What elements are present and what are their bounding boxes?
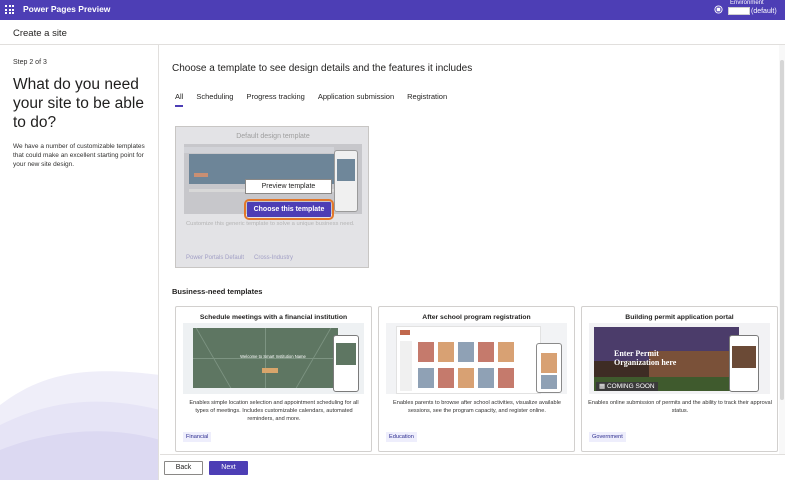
environment-name-redacted[interactable] [728, 7, 750, 15]
default-template-description: Customize this generic template to solve… [186, 221, 355, 227]
main-title: Choose a template to see design details … [172, 63, 473, 74]
template-tag: Power Portals Default [186, 255, 245, 261]
template-card-education[interactable]: After school program registration Enable… [378, 306, 575, 452]
template-card-tag: Financial [183, 432, 212, 442]
template-card-government[interactable]: Building permit application portal Enter… [581, 306, 778, 452]
template-preview-image [386, 323, 567, 394]
tab-registration[interactable]: Registration [407, 92, 447, 107]
template-card-financial[interactable]: Schedule meetings with a financial insti… [175, 306, 372, 452]
template-card-tag: Education [386, 432, 417, 442]
left-panel: Step 2 of 3 What do you need your site t… [0, 45, 159, 480]
template-card-tag: Government [589, 432, 626, 442]
badge-icon: ▦ [599, 383, 607, 390]
preview-hero-text: Welcome to Smart Institution Name [240, 354, 306, 359]
preview-hero-text: Enter Permit Organization here [614, 349, 677, 367]
app-launcher-icon[interactable] [5, 5, 14, 14]
main-content: Choose a template to see design details … [160, 45, 785, 454]
page-header: Create a site [0, 20, 785, 45]
default-template-card[interactable]: Default design template Preview template… [175, 126, 369, 268]
tab-scheduling[interactable]: Scheduling [196, 92, 233, 107]
template-card-description: Enables simple location selection and ap… [189, 400, 359, 422]
tab-progress-tracking[interactable]: Progress tracking [246, 92, 304, 107]
page-title: Create a site [13, 28, 67, 39]
template-card-title: Schedule meetings with a financial insti… [199, 314, 348, 321]
template-card-description: Enables online submission of permits and… [588, 400, 772, 414]
default-template-title: Default design template [236, 133, 310, 140]
app-title: Power Pages Preview [23, 4, 111, 14]
scrollbar-thumb[interactable] [780, 60, 784, 400]
footer-actions: Back Next [160, 454, 785, 480]
business-templates-heading: Business-need templates [172, 287, 263, 296]
left-heading: What do you need your site to be able to… [13, 76, 144, 131]
template-tag: Cross-Industry [254, 255, 294, 261]
environment-icon[interactable] [714, 5, 723, 14]
step-indicator: Step 2 of 3 [13, 59, 47, 66]
environment-label: Environment [730, 0, 764, 6]
template-card-description: Enables parents to browse after school a… [393, 400, 561, 414]
app-topbar: Power Pages Preview Environment (default… [0, 0, 785, 20]
tab-all[interactable]: All [175, 92, 184, 107]
left-description: We have a number of customizable templat… [13, 143, 145, 168]
preview-template-button[interactable]: Preview template [245, 179, 332, 194]
template-preview-image: Welcome to Smart Institution Name [183, 323, 364, 394]
choose-template-button[interactable]: Choose this template [247, 202, 331, 217]
template-card-title: After school program registration [422, 314, 531, 321]
template-card-title: Building permit application portal [625, 314, 734, 321]
coming-soon-badge: ▦ COMING SOON [596, 382, 658, 391]
environment-suffix: (default) [751, 8, 777, 15]
decorative-waves [0, 371, 158, 480]
tab-application-submission[interactable]: Application submission [318, 92, 394, 107]
next-button[interactable]: Next [209, 461, 248, 475]
back-button[interactable]: Back [164, 461, 203, 475]
template-preview-image: Enter Permit Organization here ▦ COMING … [589, 323, 770, 394]
template-tabs: All Scheduling Progress tracking Applica… [175, 92, 460, 107]
